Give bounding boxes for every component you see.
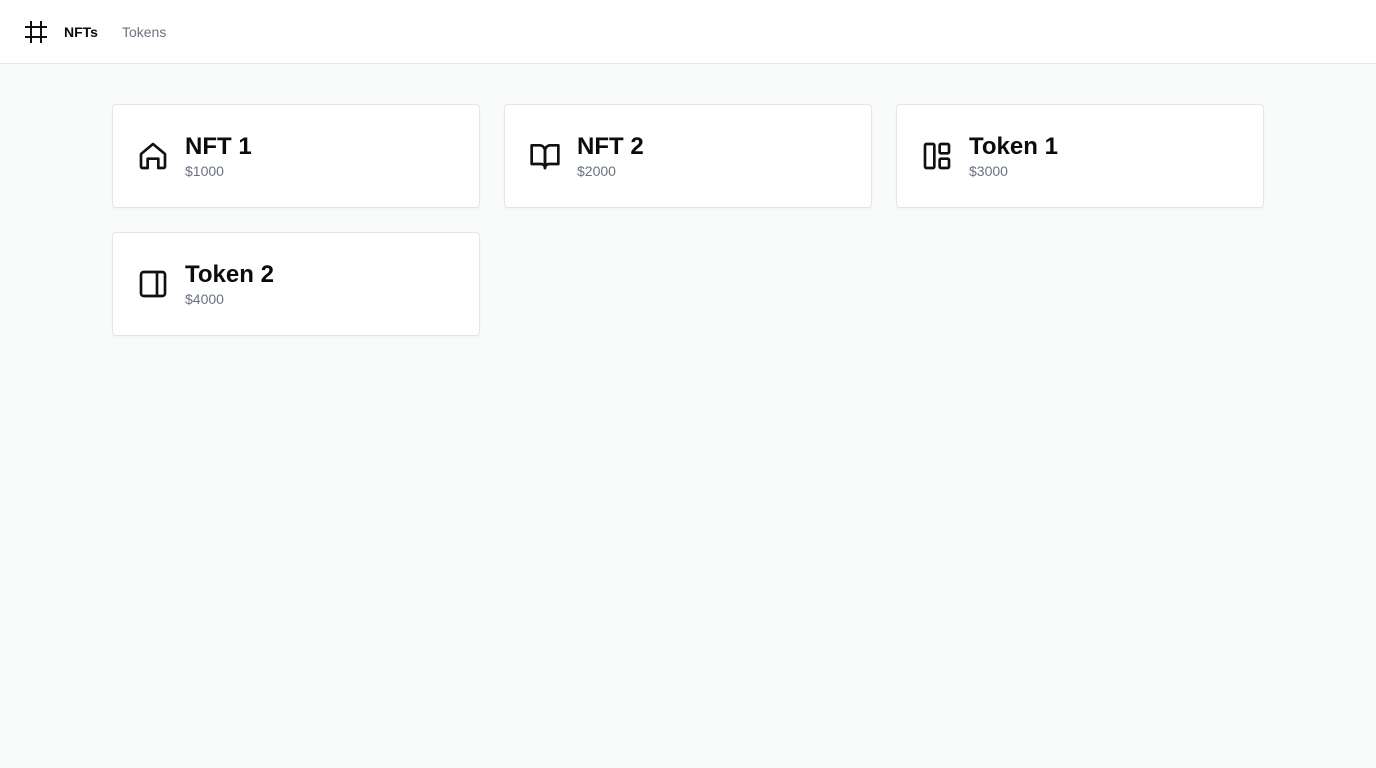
card-price: $1000 bbox=[185, 162, 224, 179]
asset-card-token-2[interactable]: Token 2 $4000 bbox=[112, 232, 480, 336]
top-navigation-bar: NFTs Tokens bbox=[0, 0, 1376, 64]
card-text: NFT 2 $2000 bbox=[577, 133, 644, 180]
asset-card-nft-2[interactable]: NFT 2 $2000 bbox=[504, 104, 872, 208]
asset-card-nft-1[interactable]: NFT 1 $1000 bbox=[112, 104, 480, 208]
card-title: Token 1 bbox=[969, 132, 1058, 160]
home-icon bbox=[137, 140, 169, 172]
book-open-icon bbox=[529, 140, 561, 172]
card-title: Token 2 bbox=[185, 260, 274, 288]
card-text: NFT 1 $1000 bbox=[185, 133, 252, 180]
asset-card-grid: NFT 1 $1000 NFT 2 $2000 Token 1 $3000 To… bbox=[112, 104, 1264, 336]
asset-card-token-1[interactable]: Token 1 $3000 bbox=[896, 104, 1264, 208]
panel-right-icon bbox=[137, 268, 169, 300]
card-text: Token 2 $4000 bbox=[185, 261, 274, 308]
card-price: $2000 bbox=[577, 162, 616, 179]
hash-icon[interactable] bbox=[24, 20, 48, 44]
card-title: NFT 2 bbox=[577, 132, 644, 160]
nav-link-tokens[interactable]: Tokens bbox=[122, 24, 166, 40]
card-price: $3000 bbox=[969, 162, 1008, 179]
card-title: NFT 1 bbox=[185, 132, 252, 160]
card-text: Token 1 $3000 bbox=[969, 133, 1058, 180]
nav-link-nfts[interactable]: NFTs bbox=[64, 24, 98, 40]
card-price: $4000 bbox=[185, 290, 224, 307]
layout-dashboard-icon bbox=[921, 140, 953, 172]
